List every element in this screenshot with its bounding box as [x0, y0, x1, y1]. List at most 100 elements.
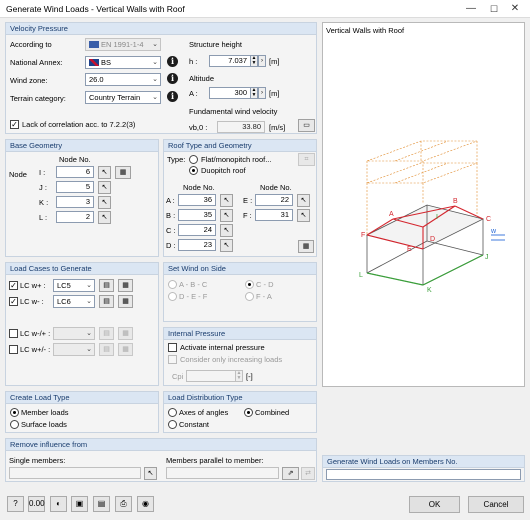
close-button[interactable]: ✕ [508, 2, 522, 16]
preview-panel: Vertical Walls with Roof F A B C D E I J… [322, 22, 525, 387]
constant-radio[interactable] [168, 420, 177, 429]
lc-checkbox[interactable] [9, 345, 18, 354]
defaults-icon[interactable]: ◐ [50, 496, 67, 512]
remove-influence-panel: Remove influence from Single members: ↖ … [5, 438, 317, 482]
node-key-label: J : [39, 183, 47, 192]
lc-checkbox[interactable]: ✓ [9, 281, 18, 290]
single-members-label: Single members: [9, 456, 66, 465]
roof-node-pick-icon[interactable]: ↖ [297, 194, 310, 207]
roof-node-input[interactable]: 31 [255, 209, 293, 221]
lack-correlation-checkbox[interactable]: ✓ [10, 120, 19, 129]
lc-edit-icon[interactable]: ▦ [118, 295, 133, 308]
structure-height-input[interactable]: 7.037 [209, 55, 251, 67]
node-input[interactable]: 5 [56, 181, 94, 193]
combined-radio[interactable] [244, 408, 253, 417]
altitude-input[interactable]: 300 [209, 87, 251, 99]
roof-node-input[interactable]: 23 [178, 239, 216, 251]
maximize-button[interactable]: ☐ [487, 2, 501, 16]
axes-of-angles-radio[interactable] [168, 408, 177, 417]
lc-edit-icon[interactable]: ▦ [118, 279, 133, 292]
node-l-label: L [359, 272, 363, 279]
a-arrow-icon[interactable]: › [258, 87, 266, 99]
lc-checkbox[interactable]: ✓ [9, 297, 18, 306]
node-input[interactable]: 2 [56, 211, 94, 223]
roof-node-header-left: Node No. [183, 183, 215, 192]
side-abc-radio [168, 280, 177, 289]
node-table-icon[interactable]: ▦ [115, 166, 131, 179]
roof-node-key-label: B : [166, 211, 176, 220]
roof-node-pick-icon[interactable]: ↖ [220, 194, 233, 207]
parallel-members-pick-icon[interactable]: ⇗ [282, 467, 299, 480]
according-label: According to [10, 40, 52, 49]
minimize-button[interactable]: — [464, 2, 478, 16]
ok-button[interactable]: OK [409, 496, 460, 513]
roof-node-input[interactable]: 24 [178, 224, 216, 236]
cancel-button[interactable]: Cancel [468, 496, 524, 513]
building-diagram: F A B C D E I J K L w [359, 140, 505, 294]
lc-checkbox[interactable] [9, 329, 18, 338]
load-type-panel: Create Load Type Member loads Surface lo… [5, 391, 159, 433]
national-annex-dropdown[interactable]: BS ⌄ [85, 56, 161, 69]
wind-label: w [490, 228, 497, 235]
h-arrow-icon[interactable]: › [258, 55, 266, 67]
single-members-input [9, 467, 141, 479]
roof-node-input[interactable]: 35 [178, 209, 216, 221]
roof-node-pick-icon[interactable]: ↖ [220, 239, 233, 252]
roof-node-pick-icon[interactable]: ↖ [297, 209, 310, 222]
roof-type-label: Type: [167, 155, 186, 164]
panel-header: Remove influence from [6, 439, 316, 451]
annex-info-icon[interactable]: i [167, 56, 178, 67]
node-key-label: I : [39, 168, 46, 177]
internal-pressure-checkbox[interactable] [168, 343, 177, 352]
roof-table-icon[interactable]: ▦ [298, 240, 314, 253]
lc-dropdown[interactable]: LC6 ⌄ [53, 295, 95, 308]
roof-node-key-label: A : [166, 196, 175, 205]
print-icon[interactable]: ⎙ [115, 496, 132, 512]
node-pick-icon[interactable]: ↖ [98, 166, 111, 179]
standard-dropdown: EN 1991-1-4 ⌄ [85, 38, 161, 51]
annex-label: National Annex: [10, 58, 63, 67]
node-input[interactable]: 6 [56, 166, 94, 178]
roof-node-pick-icon[interactable]: ↖ [220, 224, 233, 237]
roof-node-input[interactable]: 36 [178, 194, 216, 206]
roof-geometry-panel: Roof Type and Geometry Type: Flat/monopi… [163, 139, 317, 257]
flat-roof-radio[interactable] [189, 155, 198, 164]
roof-node-key-label: E : [243, 196, 253, 205]
wind-zone-info-icon[interactable]: i [167, 73, 178, 84]
wind-zone-dropdown[interactable]: 26.0 ⌄ [85, 73, 161, 86]
surface-loads-radio[interactable] [10, 420, 19, 429]
node-pick-icon[interactable]: ↖ [98, 181, 111, 194]
lc-new-icon[interactable]: ▤ [99, 279, 114, 292]
node-input[interactable]: 3 [56, 196, 94, 208]
cpi-input [186, 370, 236, 382]
save-icon[interactable]: ▣ [71, 496, 88, 512]
member-loads-radio[interactable] [10, 408, 19, 417]
panel-header: Generate Wind Loads on Members No. [323, 456, 524, 468]
load-icon[interactable]: ▤ [93, 496, 110, 512]
terrain-info-icon[interactable]: i [167, 91, 178, 102]
terrain-label: Terrain category: [10, 94, 66, 103]
duopitch-roof-radio[interactable] [189, 166, 198, 175]
side-def-radio [168, 292, 177, 301]
fwv-title: Fundamental wind velocity [189, 107, 278, 116]
generate-members-input[interactable] [326, 469, 521, 480]
view-icon[interactable]: ◉ [137, 496, 154, 512]
node-pick-icon[interactable]: ↖ [98, 211, 111, 224]
generate-members-panel: Generate Wind Loads on Members No. [322, 455, 525, 482]
roof-node-pick-icon[interactable]: ↖ [220, 209, 233, 222]
roof-node-input[interactable]: 22 [255, 194, 293, 206]
roof-node-key-label: D : [166, 241, 176, 250]
wind-map-icon[interactable]: ▭ [298, 119, 315, 132]
units-icon[interactable]: 0.00 [28, 496, 45, 512]
surface-loads-label: Surface loads [21, 420, 67, 429]
node-key-label: K : [39, 198, 49, 207]
h-spinner[interactable]: ▲ ▼ [250, 55, 258, 67]
a-spinner[interactable]: ▲ ▼ [250, 87, 258, 99]
help-icon[interactable]: ? [7, 496, 24, 512]
altitude-title: Altitude [189, 74, 215, 83]
lc-dropdown[interactable]: LC5 ⌄ [53, 279, 95, 292]
terrain-dropdown[interactable]: Country Terrain ⌄ [85, 91, 161, 104]
single-members-pick-icon[interactable]: ↖ [144, 467, 157, 480]
lc-new-icon[interactable]: ▤ [99, 295, 114, 308]
node-pick-icon[interactable]: ↖ [98, 196, 111, 209]
